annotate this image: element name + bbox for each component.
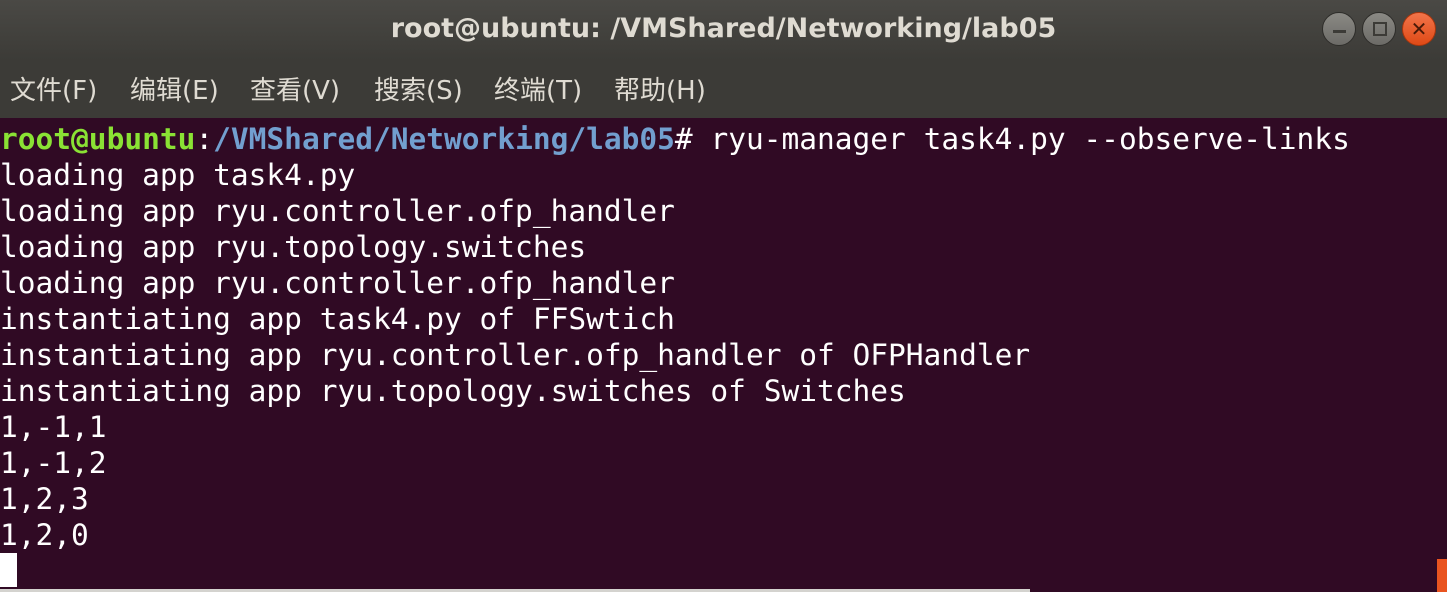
window-title: root@ubuntu: /VMShared/Networking/lab05: [390, 13, 1057, 44]
maximize-icon: [1373, 22, 1387, 36]
output-line: loading app ryu.controller.ofp_handler: [0, 266, 675, 300]
output-line: 1,2,0: [0, 518, 89, 552]
prompt-line: root@ubuntu:/VMShared/Networking/lab05# …: [0, 121, 1350, 157]
maximize-button[interactable]: [1362, 12, 1396, 46]
scrollbar[interactable]: [1437, 559, 1447, 592]
terminal-window: root@ubuntu: /VMShared/Networking/lab05 …: [0, 0, 1447, 592]
output-line: loading app task4.py: [0, 158, 356, 192]
minimize-icon: [1333, 30, 1346, 33]
menu-edit[interactable]: 编辑(E): [130, 60, 219, 118]
menu-view[interactable]: 查看(V): [250, 60, 340, 118]
prompt-colon: :: [195, 122, 214, 156]
minimize-button[interactable]: [1322, 12, 1356, 46]
output-line: loading app ryu.topology.switches: [0, 230, 587, 264]
prompt-command: ryu-manager task4.py --observe-links: [692, 122, 1350, 156]
menu-help[interactable]: 帮助(H): [614, 60, 706, 118]
output-line: instantiating app task4.py of FFSwtich: [0, 302, 675, 336]
menu-file[interactable]: 文件(F): [10, 60, 97, 118]
close-button[interactable]: ✕: [1402, 12, 1436, 46]
close-icon: ✕: [1410, 17, 1428, 41]
menu-search[interactable]: 搜索(S): [374, 60, 463, 118]
terminal-area[interactable]: root@ubuntu:/VMShared/Networking/lab05# …: [0, 118, 1447, 592]
output-line: loading app ryu.controller.ofp_handler: [0, 194, 675, 228]
title-bar[interactable]: root@ubuntu: /VMShared/Networking/lab05 …: [0, 0, 1447, 60]
output-line: instantiating app ryu.controller.ofp_han…: [0, 338, 1031, 372]
menu-bar: 文件(F) 编辑(E) 查看(V) 搜索(S) 终端(T) 帮助(H): [0, 60, 1447, 118]
output-line: instantiating app ryu.topology.switches …: [0, 374, 906, 408]
menu-terminal[interactable]: 终端(T): [494, 60, 582, 118]
output-line: 1,-1,1: [0, 410, 107, 444]
prompt-user-host: root@ubuntu: [0, 122, 196, 156]
prompt-symbol: #: [674, 122, 693, 156]
prompt-path: /VMShared/Networking/lab05: [213, 122, 675, 156]
text-cursor: [0, 553, 17, 587]
output-line: 1,2,3: [0, 482, 89, 516]
output-line: 1,-1,2: [0, 446, 107, 480]
